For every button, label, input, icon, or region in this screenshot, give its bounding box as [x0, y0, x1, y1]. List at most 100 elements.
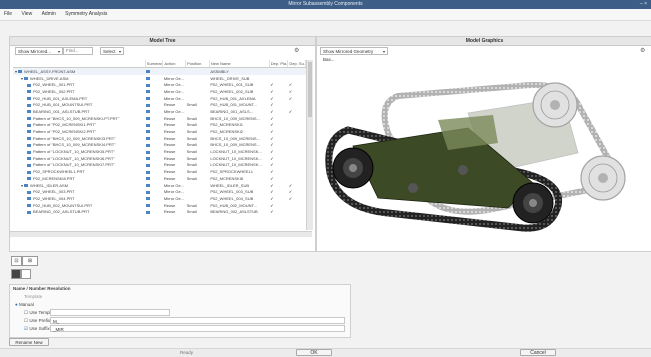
tree-cell-dep-summary: [288, 68, 306, 75]
tree-cell-name[interactable]: P02_HUB_001_AXLEMA.PRT: [13, 95, 145, 102]
prefix-field[interactable]: M_: [50, 317, 345, 324]
table-row[interactable]: ▾ WHEEL_ASSY-FRONT.ASM ASSMBLY: [13, 67, 306, 75]
tree-cell-name[interactable]: Pattern of "BHCS_10_009_MCRENSKI4.PRT": [13, 142, 145, 149]
tree-cell-name[interactable]: P02_HUB_002_MOUNTSUI.PRT: [13, 202, 145, 209]
tree-cell-action: Mirror Ge...: [163, 108, 185, 114]
tree-cell-name[interactable]: ▾ WHEEL_IDLER.ASM: [13, 182, 145, 189]
use-prefix-checkbox[interactable]: ☐ Use Prefix: [24, 318, 50, 324]
table-row[interactable]: Pattern of "LOCKNUT_10_MCRENSKI6.PRT" Reu…: [13, 155, 306, 162]
tree-item-label: Pattern of "P02_MCRENSKI2.PRT": [33, 129, 97, 135]
manual-radio[interactable]: ● Manual: [15, 302, 34, 307]
tree-cell-summary: [145, 75, 163, 82]
tree-cell-name[interactable]: ▾ WHEEL_ASSY-FRONT.ASM: [13, 68, 145, 75]
ok-button[interactable]: OK: [296, 349, 332, 356]
tree-settings-icon[interactable]: ⚙: [294, 47, 304, 55]
expand-toggle-icon[interactable]: ▾: [21, 76, 23, 81]
tree-cell-name[interactable]: Pattern of "BHCS_10_009_MCRENSKI-PT.PRT": [13, 115, 145, 122]
graphics-settings-icon[interactable]: ⚙: [640, 47, 649, 55]
menu-file[interactable]: File: [0, 9, 16, 19]
tree-cell-action: Reuse: [163, 202, 176, 208]
model-graphics-viewport[interactable]: [318, 58, 649, 248]
col-position[interactable]: Position: [185, 60, 210, 68]
table-row[interactable]: Pattern of "BHCS_10_009_MCRENSKI-PT.PRT"…: [13, 115, 306, 122]
tree-cell-position: Small: [186, 102, 197, 108]
col-name[interactable]: [13, 60, 146, 68]
tree-cell-name[interactable]: ▾ WHEEL_DRIVE.ASM: [13, 75, 145, 82]
use-suffix-checkbox[interactable]: ☑ Use Suffix: [24, 326, 50, 332]
table-row[interactable]: Pattern of "LOCKNUT_10_MCRENSKI5.PRT" Reu…: [13, 148, 306, 155]
tree-vertical-scrollbar[interactable]: [306, 60, 313, 230]
tree-item-label: P02_WHEEL_001.PRT: [33, 82, 75, 88]
tree-cell-new-name: P02_HUB_001_MOUNT...: [210, 102, 257, 108]
menu-view[interactable]: View: [17, 9, 36, 19]
tree-cell-new-name: P02_WHEEL_001_SUB: [210, 82, 254, 88]
tree-cell-name[interactable]: P02_HUB_001_MOUNTSUI.PRT: [13, 101, 145, 108]
tree-cell-name[interactable]: P02_WHEEL_002.PRT: [13, 88, 145, 95]
menu-admin[interactable]: Admin: [38, 9, 60, 19]
tree-horizontal-scrollbar[interactable]: [10, 231, 312, 237]
filter-combo[interactable]: Show Mirrored... ▾: [15, 47, 63, 55]
table-row[interactable]: P02_WHEEL_003.PRT Mirror Ge... P02_WHEEL_0…: [13, 188, 306, 195]
toggle-view-icon[interactable]: ⊞: [22, 256, 38, 266]
tree-cell-name[interactable]: Pattern of "LOCKNUT_10_MCRENSKI7.PRT": [13, 162, 145, 169]
find-input[interactable]: [63, 47, 93, 55]
col-action[interactable]: Action: [162, 60, 187, 68]
tree-cell-dep-placement: [269, 68, 288, 75]
tree-cell-position: [186, 81, 210, 88]
tree-cell-summary: [145, 195, 163, 202]
table-row[interactable]: P02_WHEEL_002.PRT Mirror Ge... P02_WHEEL_0…: [13, 88, 306, 95]
table-row[interactable]: P02_SPROCKWHEEL1.PRT Reuse Small P02_SPROCK…: [13, 168, 306, 175]
tree-cell-name[interactable]: Pattern of "LOCKNUT_10_MCRENSKI5.PRT": [13, 148, 145, 155]
list-icon[interactable]: [21, 269, 31, 279]
tree-cell-name[interactable]: P02_WHEEL_003.PRT: [13, 188, 145, 195]
table-row[interactable]: BEARING_001_ASLSTUB.PRT Mirror Ge... BEARI…: [13, 108, 306, 115]
tree-cell-name[interactable]: P02_SPROCKWHEEL1.PRT: [13, 168, 145, 175]
tree-scroll-thumb[interactable]: [308, 62, 312, 117]
table-row[interactable]: Pattern of "P02_MCRENSKI2.PRT" Reuse Small…: [13, 128, 306, 135]
tree-cell-name[interactable]: P02_MCRENSKI8.PRT: [13, 175, 145, 182]
tree-cell-name[interactable]: Pattern of "P02_MCRENSKI2.PRT": [13, 128, 145, 135]
grid-icon[interactable]: [11, 269, 21, 279]
window-controls[interactable]: – ×: [640, 1, 647, 7]
table-row[interactable]: Pattern of "BHCS_10_009_MCRENSKI4.PRT" Re…: [13, 142, 306, 149]
col-dep-summary[interactable]: Dep. Su...: [287, 60, 306, 68]
table-row[interactable]: ▾ WHEEL_DRIVE.ASM Mirror Ge... WHEEL_DRIVE_…: [13, 75, 306, 82]
suffix-field[interactable]: _MIR: [50, 325, 345, 332]
table-row[interactable]: P02_HUB_001_AXLEMA.PRT Mirror Ge... P02_HU…: [13, 95, 306, 102]
table-row[interactable]: Pattern of "BHCS_10_009_MCRENSKI3.PRT" Re…: [13, 135, 306, 142]
tree-cell-name[interactable]: Pattern of "LOCKNUT_10_MCRENSKI6.PRT": [13, 155, 145, 162]
tree-cell-name[interactable]: Pattern of "BHCS_10_009_MCRENSKI3.PRT": [13, 135, 145, 142]
tree-item-label: Pattern of "BHCS_10_009_MCRENSKI3.PRT": [33, 135, 116, 141]
table-row[interactable]: ▾ WHEEL_IDLER.ASM Mirror Ge... WHEEL_IDLER_…: [13, 182, 306, 189]
table-row[interactable]: P02_MCRENSKI8.PRT Reuse Small P02_MCRENSKI8…: [13, 175, 306, 182]
col-summary[interactable]: Summar...: [145, 60, 164, 68]
expand-toggle-icon[interactable]: ▾: [15, 69, 17, 74]
table-row[interactable]: P02_HUB_001_MOUNTSUI.PRT Reuse Small P02_HU…: [13, 101, 306, 108]
table-row[interactable]: BEARING_002_ASLSTUB.PRT Reuse Small BEARING…: [13, 208, 306, 215]
menu-symmetry-analysis[interactable]: Symmetry Analysis: [61, 9, 111, 19]
table-row[interactable]: P02_WHEEL_004.PRT Mirror Ge... P02_WHEEL_0…: [13, 195, 306, 202]
tree-cell-name[interactable]: P02_WHEEL_001.PRT: [13, 81, 145, 88]
tree-cell-dep-placement: ✓: [270, 202, 274, 208]
view-combo[interactable]: Show Mirrored Geometry Bas... ▾: [320, 47, 388, 62]
tree-cell-name[interactable]: Pattern of "P02_MCRENSKI1.PRT": [13, 122, 145, 129]
select-combo[interactable]: Select ▾: [100, 47, 124, 55]
name-resolution-section: Name / Number Resolution Template ● Manu…: [9, 284, 351, 338]
expand-icon[interactable]: ⊡: [11, 256, 22, 266]
rename-new-names-button[interactable]: Rename New Names: [9, 338, 49, 352]
expand-toggle-icon[interactable]: ▾: [21, 183, 23, 188]
cancel-button[interactable]: Cancel: [520, 349, 556, 356]
tree-cell-dep-placement: ✓: [270, 169, 274, 175]
tree-cell-name[interactable]: P02_WHEEL_004.PRT: [13, 195, 145, 202]
col-new-name[interactable]: New Name: [209, 60, 270, 68]
part-icon: [27, 97, 31, 101]
tree-cell-name[interactable]: BEARING_001_ASLSTUB.PRT: [13, 108, 145, 115]
table-row[interactable]: P02_WHEEL_001.PRT Mirror Ge... P02_WHEEL_0…: [13, 81, 306, 88]
template-field[interactable]: [50, 309, 170, 316]
tree-cell-dep-summary: [288, 75, 306, 82]
tree-cell-name[interactable]: BEARING_002_ASLSTUB.PRT: [13, 208, 145, 215]
table-row[interactable]: P02_HUB_002_MOUNTSUI.PRT Reuse Small P02_HU…: [13, 202, 306, 209]
table-row[interactable]: Pattern of "LOCKNUT_10_MCRENSKI7.PRT" Reu…: [13, 162, 306, 169]
table-row[interactable]: Pattern of "P02_MCRENSKI1.PRT" Reuse Small…: [13, 122, 306, 129]
col-dep-placement[interactable]: Dep. Pla...: [269, 60, 289, 68]
